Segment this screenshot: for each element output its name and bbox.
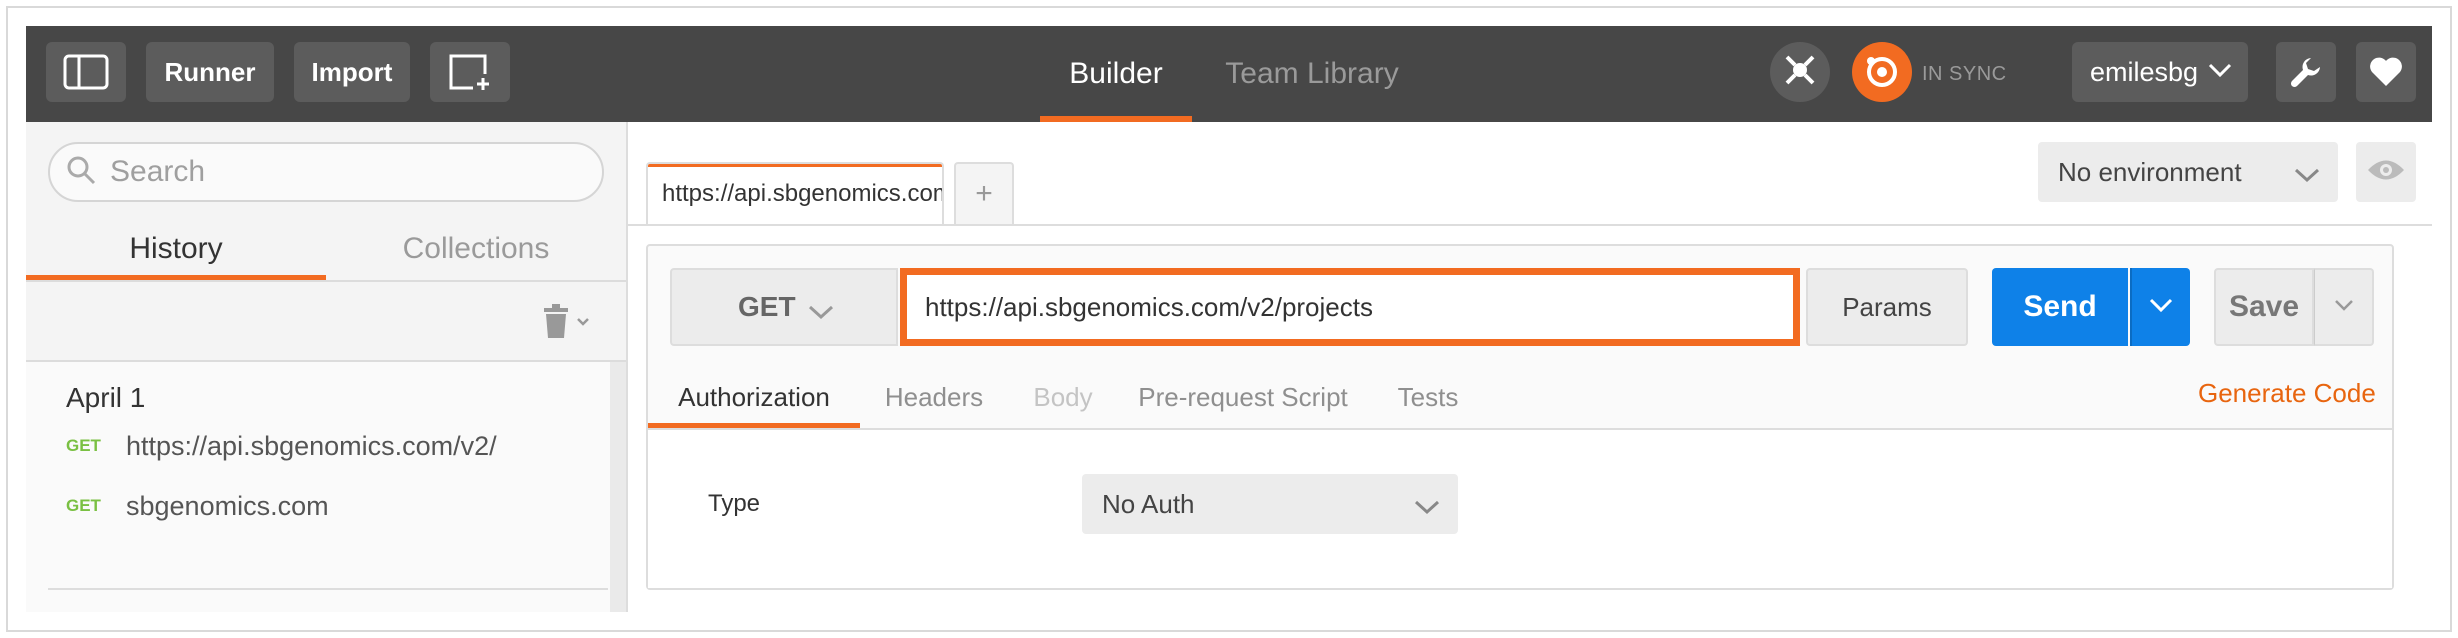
method-tag: GET xyxy=(66,436,101,455)
params-button[interactable]: Params xyxy=(1806,268,1968,346)
tab-authorization[interactable]: Authorization xyxy=(648,366,860,428)
auth-type-value: No Auth xyxy=(1102,488,1195,519)
save-options-button[interactable] xyxy=(2314,268,2374,346)
auth-type-label: Type xyxy=(708,490,761,517)
import-button[interactable]: Import xyxy=(294,42,410,102)
settings-button[interactable] xyxy=(2276,42,2336,102)
interceptor-icon xyxy=(1783,53,1817,92)
tab-tests[interactable]: Tests xyxy=(1368,366,1488,428)
new-window-icon xyxy=(447,52,493,92)
trash-icon xyxy=(542,303,570,343)
search-input[interactable] xyxy=(110,155,580,189)
top-bar: Runner Import Builder Team Library IN SY… xyxy=(26,26,2432,122)
main-panel: https://api.sbgenomics.com/v2/projects +… xyxy=(628,122,2432,612)
tab-pre-request-script[interactable]: Pre-request Script xyxy=(1118,366,1368,428)
environment-value: No environment xyxy=(2058,156,2242,187)
chevron-down-icon xyxy=(2294,160,2320,191)
sidebar-divider xyxy=(26,280,626,282)
generate-code-link[interactable]: Generate Code xyxy=(2198,378,2376,409)
sidebar: History Collections April 1 GET https://… xyxy=(26,122,628,612)
send-options-button[interactable] xyxy=(2130,268,2190,346)
new-window-button[interactable] xyxy=(430,42,510,102)
clear-history-button[interactable] xyxy=(542,300,602,346)
tab-collections[interactable]: Collections xyxy=(326,218,626,280)
user-menu-button[interactable]: emilesbg xyxy=(2072,42,2248,102)
send-button[interactable]: Send xyxy=(1992,268,2128,346)
method-select[interactable]: GET xyxy=(670,268,898,346)
username: emilesbg xyxy=(2090,56,2199,87)
tab-history[interactable]: History xyxy=(26,218,326,280)
tab-body[interactable]: Body xyxy=(1008,366,1118,428)
chevron-down-icon xyxy=(2208,62,2232,78)
eye-icon xyxy=(2366,157,2406,188)
chevron-down-icon xyxy=(808,296,834,328)
history-url: https://api.sbgenomics.com/v2/ xyxy=(126,430,497,461)
save-button[interactable]: Save xyxy=(2214,268,2314,346)
chevron-down-icon xyxy=(1414,492,1440,523)
environment-select[interactable]: No environment xyxy=(2038,142,2338,202)
history-url: sbgenomics.com xyxy=(126,490,329,521)
sync-icon[interactable] xyxy=(1852,42,1912,102)
sync-status: IN SYNC xyxy=(1922,62,2007,85)
list-separator xyxy=(48,588,608,590)
sidebar-toggle-icon xyxy=(63,54,109,90)
request-tab[interactable]: https://api.sbgenomics.com/v2/projects xyxy=(646,162,944,224)
interceptor-button[interactable] xyxy=(1770,42,1830,102)
history-date: April 1 xyxy=(66,382,146,413)
runner-button[interactable]: Runner xyxy=(146,42,274,102)
chevron-down-icon xyxy=(576,314,590,332)
method-tag: GET xyxy=(66,496,101,515)
chevron-down-icon xyxy=(2149,297,2173,318)
request-builder: GET Params Send Save Authorization Heade… xyxy=(646,244,2394,590)
search-icon xyxy=(66,155,96,190)
sidebar-toggle-button[interactable] xyxy=(46,42,126,102)
method-value: GET xyxy=(738,291,796,322)
auth-type-select[interactable]: No Auth xyxy=(1082,474,1458,534)
chevron-down-icon xyxy=(2334,298,2354,317)
list-item[interactable]: GET sbgenomics.com xyxy=(66,486,329,526)
list-item[interactable]: GET https://api.sbgenomics.com/v2/ xyxy=(66,426,497,466)
tab-team-library[interactable]: Team Library xyxy=(1212,26,1412,122)
tab-builder[interactable]: Builder xyxy=(1040,26,1192,122)
history-list: April 1 GET https://api.sbgenomics.com/v… xyxy=(26,362,610,612)
wrench-icon xyxy=(2289,55,2323,89)
environment-quick-look-button[interactable] xyxy=(2356,142,2416,202)
heart-button[interactable] xyxy=(2356,42,2416,102)
tab-headers[interactable]: Headers xyxy=(860,366,1008,428)
url-input[interactable] xyxy=(900,268,1800,346)
add-tab-button[interactable]: + xyxy=(954,162,1014,224)
scrollbar[interactable] xyxy=(610,362,626,612)
heart-icon xyxy=(2369,57,2403,87)
search-box[interactable] xyxy=(48,142,604,202)
tabs-divider xyxy=(628,224,2432,226)
authorization-pane: Type No Auth xyxy=(648,430,2392,588)
